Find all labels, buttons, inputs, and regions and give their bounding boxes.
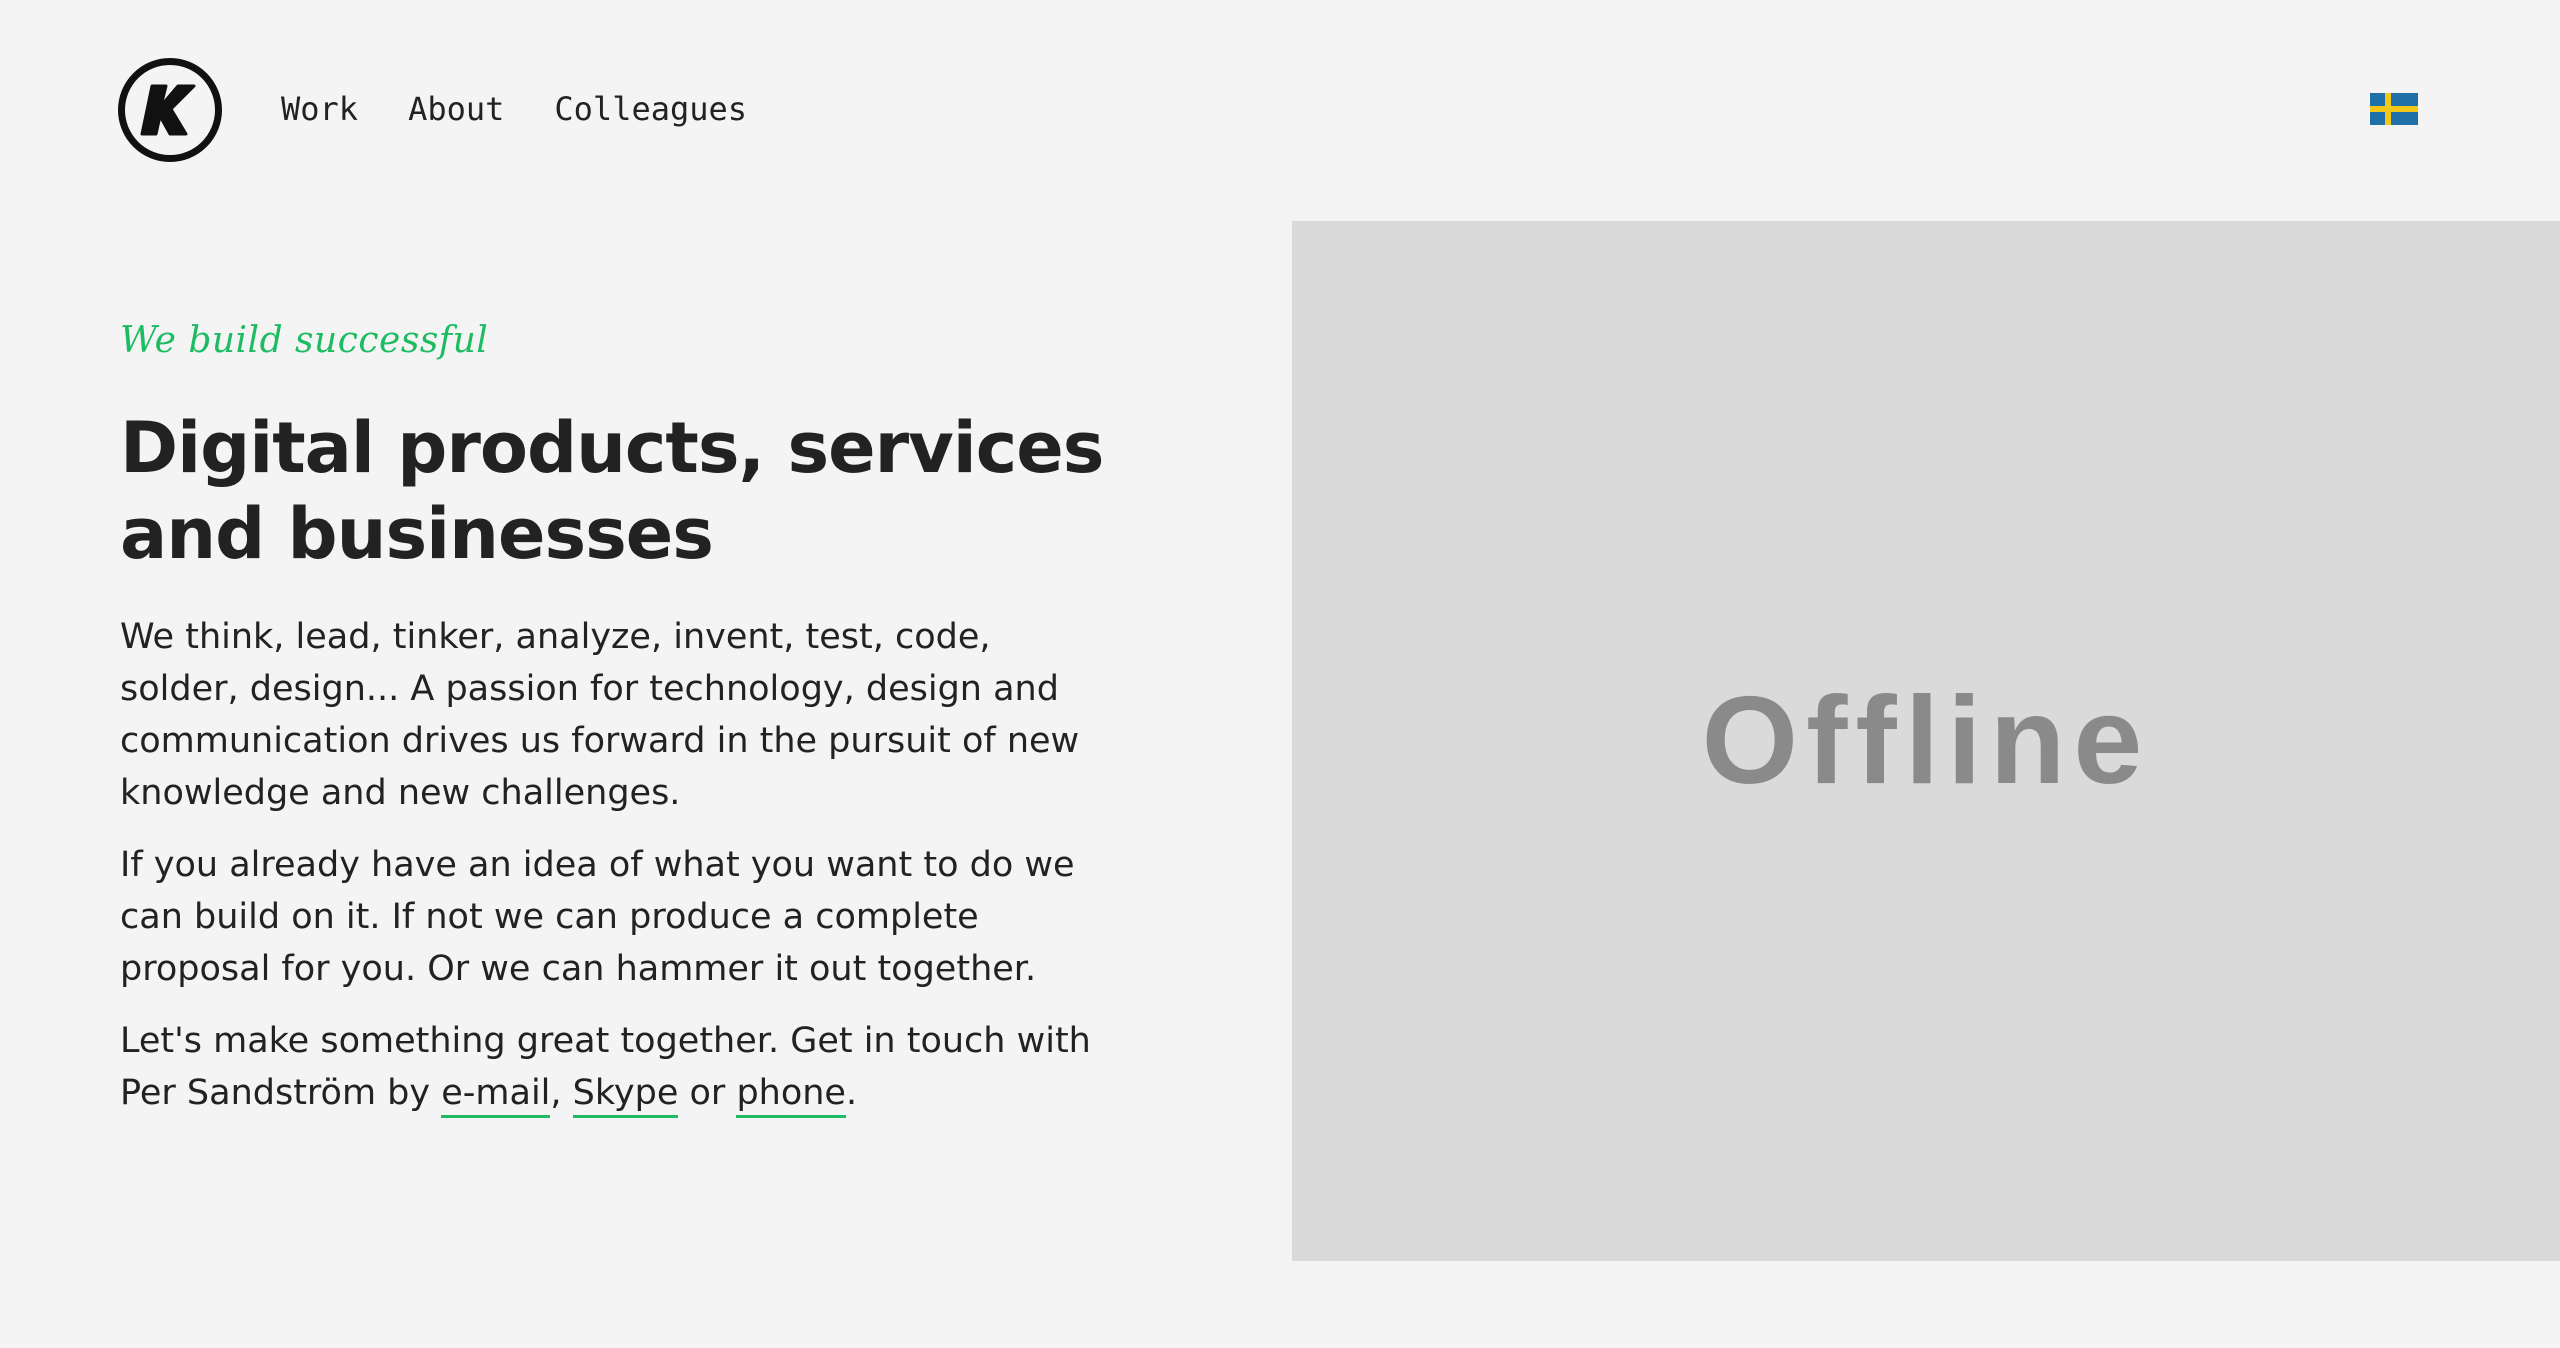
contact-paragraph: Let's make something great together. Get… — [120, 1015, 1100, 1119]
phone-link[interactable]: phone — [736, 1073, 846, 1118]
nav-link-about[interactable]: About — [408, 89, 504, 129]
k-logo-icon[interactable] — [118, 58, 222, 162]
contact-separator: , — [550, 1073, 573, 1113]
email-link[interactable]: e-mail — [441, 1073, 551, 1118]
nav-link-colleagues[interactable]: Colleagues — [554, 89, 747, 129]
intro-paragraph: We think, lead, tinker, analyze, invent,… — [120, 617, 1080, 813]
contact-suffix: . — [845, 1073, 858, 1113]
k-logo-glyph — [140, 84, 196, 136]
offline-media-panel: Offline — [1292, 221, 2560, 1261]
hero-headline: Digital products, services and businesse… — [120, 407, 1104, 575]
proposal-paragraph: If you already have an idea of what you … — [120, 845, 1075, 989]
flag-cross-horizontal — [2370, 106, 2418, 112]
nav-link-work[interactable]: Work — [281, 89, 358, 129]
main-nav: Work About Colleagues — [281, 89, 747, 129]
contact-separator: or — [678, 1073, 737, 1113]
flag-cross-vertical — [2385, 93, 2391, 125]
skype-link[interactable]: Skype — [572, 1073, 679, 1118]
hero-section: We build successful Digital products, se… — [120, 315, 1120, 1119]
offline-status-text: Offline — [1701, 672, 2151, 810]
swedish-flag-icon[interactable] — [2370, 93, 2418, 125]
hero-tagline: We build successful — [120, 320, 489, 361]
site-header: Work About Colleagues — [0, 0, 2560, 220]
